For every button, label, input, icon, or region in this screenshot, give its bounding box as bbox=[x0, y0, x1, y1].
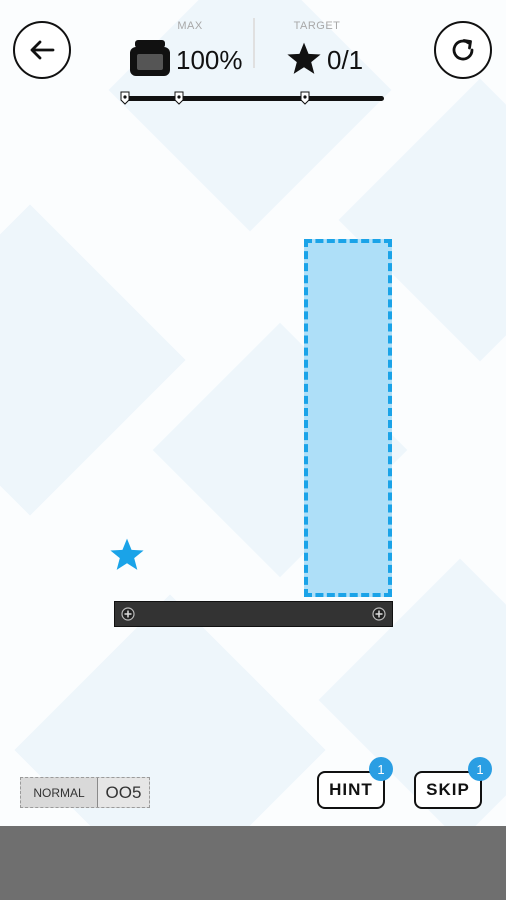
target-label: TARGET bbox=[293, 20, 341, 32]
bottom-bar bbox=[0, 826, 506, 900]
hint-count-badge: 1 bbox=[369, 757, 393, 781]
restart-icon bbox=[452, 39, 474, 61]
arrow-left-icon bbox=[30, 40, 55, 60]
background-diamond bbox=[108, 0, 392, 232]
screw-icon bbox=[372, 607, 386, 621]
ink-jar-icon bbox=[130, 40, 170, 76]
play-area[interactable] bbox=[0, 0, 506, 826]
hint-label: HINT bbox=[329, 780, 373, 799]
mode-label: NORMAL bbox=[21, 778, 98, 807]
ink-progress-bar bbox=[126, 96, 384, 101]
goal-star-icon bbox=[110, 538, 144, 570]
skip-label: SKIP bbox=[426, 780, 470, 799]
background-diamond bbox=[0, 204, 186, 516]
mode-level-badge: NORMAL OO5 bbox=[20, 777, 150, 808]
skip-count-badge: 1 bbox=[468, 757, 492, 781]
ink-drop-zone[interactable] bbox=[304, 239, 392, 597]
level-number: OO5 bbox=[98, 778, 149, 807]
screw-icon bbox=[121, 607, 135, 621]
star-threshold-marker-icon bbox=[300, 91, 310, 105]
star-threshold-marker-icon bbox=[120, 91, 130, 105]
target-star-icon bbox=[287, 42, 321, 74]
star-threshold-marker-icon bbox=[174, 91, 184, 105]
back-button[interactable] bbox=[13, 21, 71, 79]
target-value: 0/1 bbox=[327, 45, 364, 75]
ink-value: 100% bbox=[176, 45, 243, 75]
header-divider bbox=[253, 18, 255, 68]
restart-button[interactable] bbox=[434, 21, 492, 79]
static-platform bbox=[114, 601, 393, 627]
max-ink-label: MAX bbox=[177, 20, 203, 32]
